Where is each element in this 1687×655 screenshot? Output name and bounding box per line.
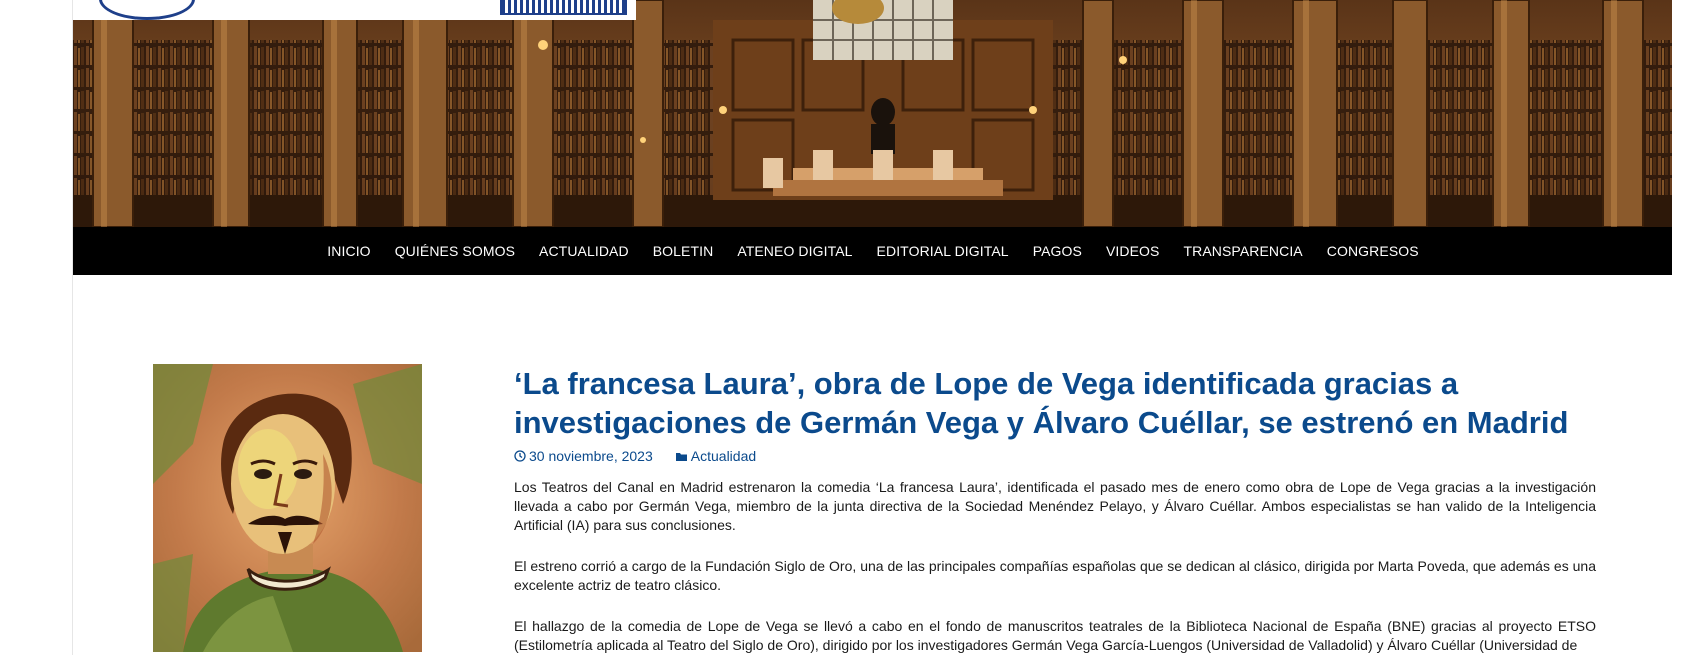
main-nav: INICIO QUIÉNES SOMOS ACTUALIDAD BOLETIN …	[73, 227, 1673, 275]
nav-item-actualidad[interactable]: ACTUALIDAD	[527, 243, 641, 259]
page-gutter-right	[1672, 0, 1687, 655]
nav-item-transparencia[interactable]: TRANSPARENCIA	[1171, 243, 1314, 259]
clock-icon	[514, 450, 526, 462]
article-paragraph-2: El estreno corrió a cargo de la Fundació…	[514, 558, 1596, 593]
page-container: INICIO QUIÉNES SOMOS ACTUALIDAD BOLETIN …	[72, 0, 1673, 655]
article-category-link[interactable]: Actualidad	[675, 448, 756, 464]
header-image	[73, 0, 1673, 227]
article-paragraph-3: El hallazgo de la comedia de Lope de Veg…	[514, 618, 1596, 653]
folder-icon	[675, 452, 687, 461]
article-thumbnail[interactable]	[153, 364, 422, 652]
nav-item-congresos[interactable]: CONGRESOS	[1315, 243, 1431, 259]
article: ‘La francesa Laura’, obra de Lope de Veg…	[514, 364, 1596, 655]
partner-logo[interactable]	[500, 0, 627, 15]
article-meta: 30 noviembre, 2023 Actualidad	[514, 448, 1596, 464]
article-category: Actualidad	[690, 448, 757, 464]
article-date-link[interactable]: 30 noviembre, 2023	[514, 448, 653, 464]
nav-item-ateneo-digital[interactable]: ATENEO DIGITAL	[725, 243, 864, 259]
article-paragraph-1: Los Teatros del Canal en Madrid estrenar…	[514, 479, 1596, 533]
page-gutter-left	[0, 0, 72, 655]
nav-item-videos[interactable]: VIDEOS	[1094, 243, 1172, 259]
nav-item-boletin[interactable]: BOLETIN	[641, 243, 726, 259]
nav-item-quienes-somos[interactable]: QUIÉNES SOMOS	[383, 243, 527, 259]
nav-item-inicio[interactable]: INICIO	[315, 243, 382, 259]
article-title[interactable]: ‘La francesa Laura’, obra de Lope de Veg…	[514, 364, 1596, 442]
nav-item-editorial-digital[interactable]: EDITORIAL DIGITAL	[865, 243, 1021, 259]
article-date: 30 noviembre, 2023	[529, 448, 653, 464]
nav-item-pagos[interactable]: PAGOS	[1021, 243, 1094, 259]
